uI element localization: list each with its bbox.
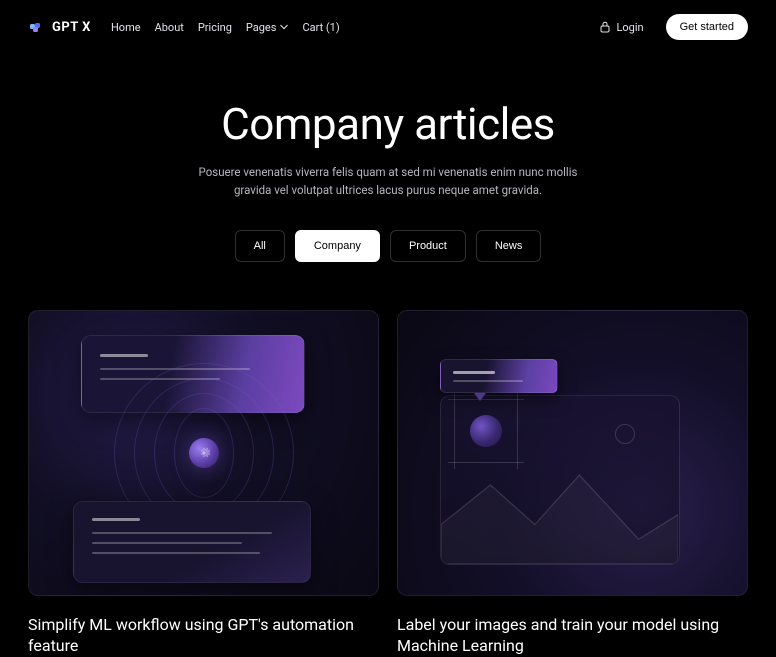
hero: Company articles Posuere venenatis viver… [0, 98, 776, 200]
nav-link-pricing[interactable]: Pricing [198, 21, 232, 34]
top-nav: GPT X Home About Pricing Pages Cart (1) … [0, 0, 776, 40]
article-thumbnail [28, 310, 379, 596]
login-label: Login [616, 21, 643, 34]
tab-all[interactable]: All [235, 230, 285, 262]
page-title: Company articles [0, 98, 776, 150]
article-card[interactable]: Simplify ML workflow using GPT's automat… [28, 310, 379, 657]
nav-links: Home About Pricing Pages Cart (1) [111, 21, 340, 34]
article-title: Label your images and train your model u… [397, 614, 748, 657]
category-tabs: All Company Product News [0, 230, 776, 262]
article-card[interactable]: Label your images and train your model u… [397, 310, 748, 657]
chevron-down-icon [280, 23, 288, 31]
illustration-panel [73, 501, 311, 583]
orb-icon [470, 415, 502, 447]
nav-link-home[interactable]: Home [111, 21, 141, 34]
article-title: Simplify ML workflow using GPT's automat… [28, 614, 379, 657]
lock-icon [600, 21, 610, 33]
nav-link-pages-label: Pages [246, 21, 277, 34]
crosshair-icon [454, 399, 518, 463]
tab-news[interactable]: News [476, 230, 542, 262]
brand-logo-icon [28, 19, 44, 35]
nav-link-pages[interactable]: Pages [246, 21, 289, 34]
article-thumbnail [397, 310, 748, 596]
pointer-icon [474, 393, 486, 401]
gear-icon [189, 438, 219, 468]
login-link[interactable]: Login [600, 21, 643, 34]
nav-link-about[interactable]: About [155, 21, 184, 34]
tab-product[interactable]: Product [390, 230, 466, 262]
illustration-label-panel [440, 359, 558, 393]
article-grid: Simplify ML workflow using GPT's automat… [0, 310, 776, 657]
page-subtitle: Posuere venenatis viverra felis quam at … [188, 164, 588, 200]
brand-name: GPT X [52, 20, 91, 35]
get-started-button[interactable]: Get started [666, 14, 748, 40]
tab-company[interactable]: Company [295, 230, 380, 262]
brand[interactable]: GPT X [28, 19, 91, 35]
nav-link-cart[interactable]: Cart (1) [302, 21, 339, 34]
